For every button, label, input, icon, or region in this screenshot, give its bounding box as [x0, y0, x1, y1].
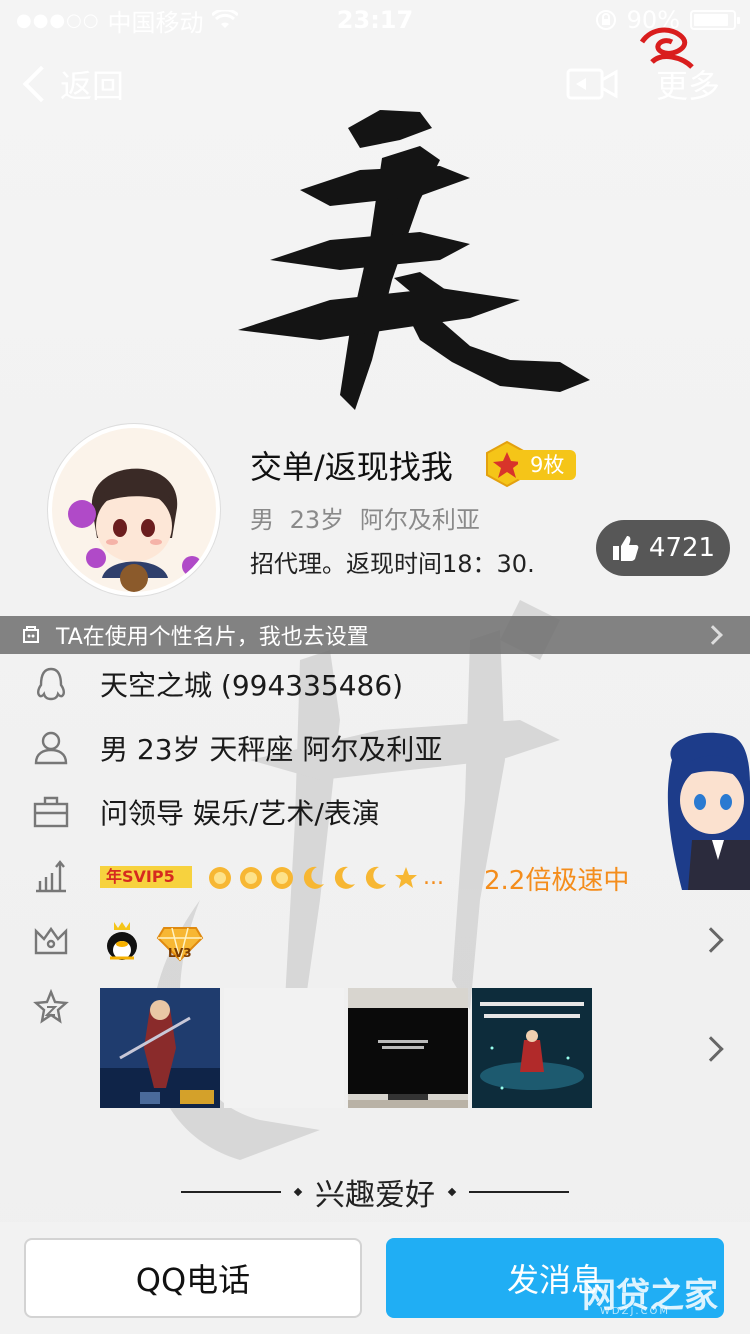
thumbs-up-icon	[612, 536, 639, 561]
qq-call-button[interactable]: QQ电话	[24, 1238, 362, 1318]
nav-bar: 返回 更多	[0, 27, 750, 116]
card-bar-text: TA在使用个性名片，我也去设置	[56, 625, 369, 650]
info-row-qq: 天空之城 (994335486)	[0, 664, 750, 704]
briefcase-icon	[33, 796, 69, 828]
chevron-right-icon	[703, 625, 723, 645]
rotation-lock-icon	[595, 10, 616, 30]
penguin-icon	[37, 667, 65, 701]
medal-badge[interactable]: 9枚	[484, 440, 576, 488]
night-lake-image	[472, 988, 592, 1108]
moon-icon	[365, 866, 386, 889]
like-count: 4721	[648, 533, 716, 563]
photo-thumb[interactable]	[348, 988, 468, 1108]
photo-thumb[interactable]	[100, 988, 220, 1108]
avatar[interactable]	[48, 424, 220, 596]
watermark-subtext: WDZJ.COM	[600, 1306, 671, 1317]
level-more-dots: ...	[423, 865, 444, 890]
profile-name: 交单/返现找我	[250, 448, 453, 486]
gender: 男	[250, 506, 274, 534]
hobby-section-header: 兴趣爱好	[0, 1170, 750, 1214]
chevron-right-icon	[698, 927, 724, 953]
back-label: 返回	[60, 67, 125, 105]
moon-icon	[303, 866, 324, 889]
divider-dot	[447, 1187, 457, 1197]
qq-penguin-badge-icon	[107, 922, 137, 960]
sun-icon	[271, 867, 293, 889]
info-row-job: 问领导 娱乐/艺术/表演	[0, 792, 750, 832]
person-icon	[34, 731, 68, 765]
game-hero-image	[100, 988, 220, 1108]
video-call-icon[interactable]	[566, 66, 618, 102]
svip-badge: 年SVIP5	[100, 866, 192, 888]
job-info: 问领导 娱乐/艺术/表演	[100, 797, 380, 830]
level-icons: ...	[206, 864, 444, 892]
location: 阿尔及利亚	[359, 506, 480, 534]
like-button[interactable]: 4721	[596, 520, 730, 576]
diamond-badge: LV3	[156, 924, 204, 962]
hobby-title: 兴趣爱好	[315, 1178, 435, 1213]
star-z-icon	[33, 989, 69, 1024]
divider-line	[181, 1191, 281, 1193]
photo-thumb[interactable]	[472, 988, 592, 1108]
profile-bio: 招代理。返现时间18：30.	[250, 550, 535, 578]
level-chart-icon	[36, 860, 66, 893]
sun-icon	[209, 867, 231, 889]
photo-thumb-blank[interactable]	[224, 988, 344, 1108]
moon-icon	[334, 866, 355, 889]
back-button[interactable]: 返回	[18, 61, 124, 107]
lv-badge-text: LV3	[168, 946, 192, 960]
speed-text: 2.2倍极速中	[484, 866, 630, 896]
anime-character-image	[667, 732, 750, 890]
divider-dot	[293, 1187, 303, 1197]
tv-screen-image	[348, 988, 468, 1108]
more-button[interactable]: 更多	[656, 61, 720, 107]
photo-wall	[100, 988, 592, 1108]
crown-icon	[34, 926, 68, 955]
card-setting-bar[interactable]: TA在使用个性名片，我也去设置	[0, 616, 750, 654]
info-row-personal: 男 23岁 天秤座 阿尔及利亚	[0, 728, 750, 768]
card-icon	[23, 626, 39, 643]
profile-meta: 男 23岁 阿尔及利亚	[250, 500, 480, 535]
avatar-illustration	[52, 428, 216, 592]
divider-line	[469, 1191, 569, 1193]
personal-info: 男 23岁 天秤座 阿尔及利亚	[100, 733, 443, 766]
medal-count: 9枚	[518, 450, 576, 480]
sun-icon	[240, 867, 262, 889]
qq-name-number: 天空之城 (994335486)	[100, 669, 404, 702]
star-icon	[395, 867, 417, 888]
age: 23岁	[289, 506, 345, 534]
chevron-left-icon	[22, 65, 60, 103]
